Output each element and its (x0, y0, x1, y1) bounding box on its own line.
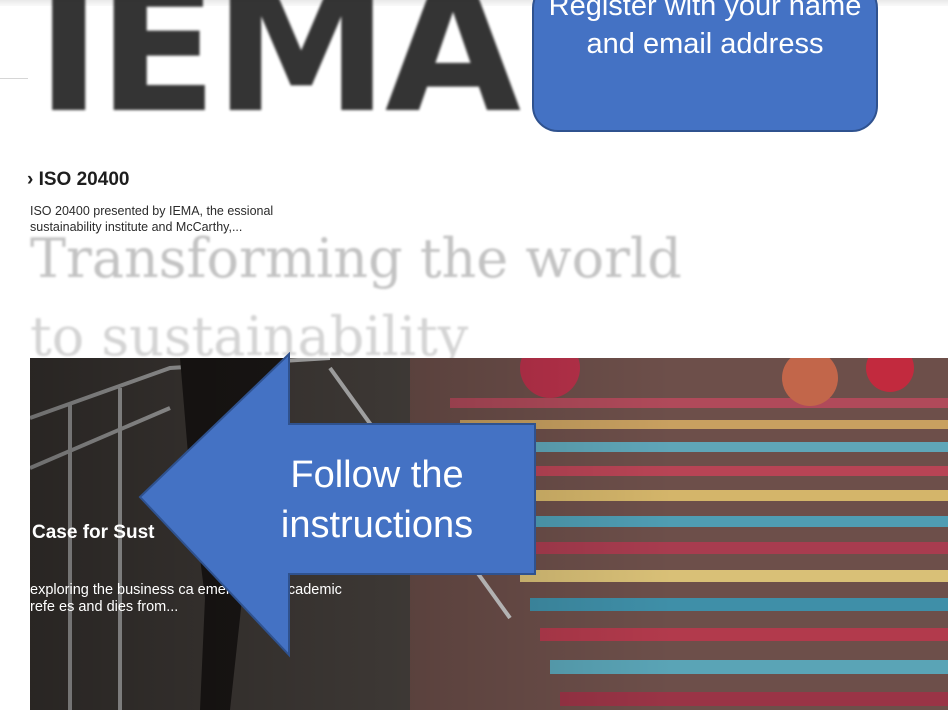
case-card-title[interactable]: Case for Sust (32, 522, 154, 544)
iema-logo-text: IEMA (36, 0, 521, 152)
side-divider (0, 78, 28, 79)
register-callout: Register with your name and email addres… (532, 0, 878, 132)
iso-card-title[interactable]: › ISO 20400 (27, 169, 129, 191)
tagline-line-1: Transforming the world (30, 227, 682, 290)
register-callout-text: Register with your name and email addres… (548, 0, 862, 60)
follow-callout-text: Follow the instructions (280, 454, 474, 546)
iso-card-description: ISO 20400 presented by IEMA, the essiona… (30, 204, 274, 234)
